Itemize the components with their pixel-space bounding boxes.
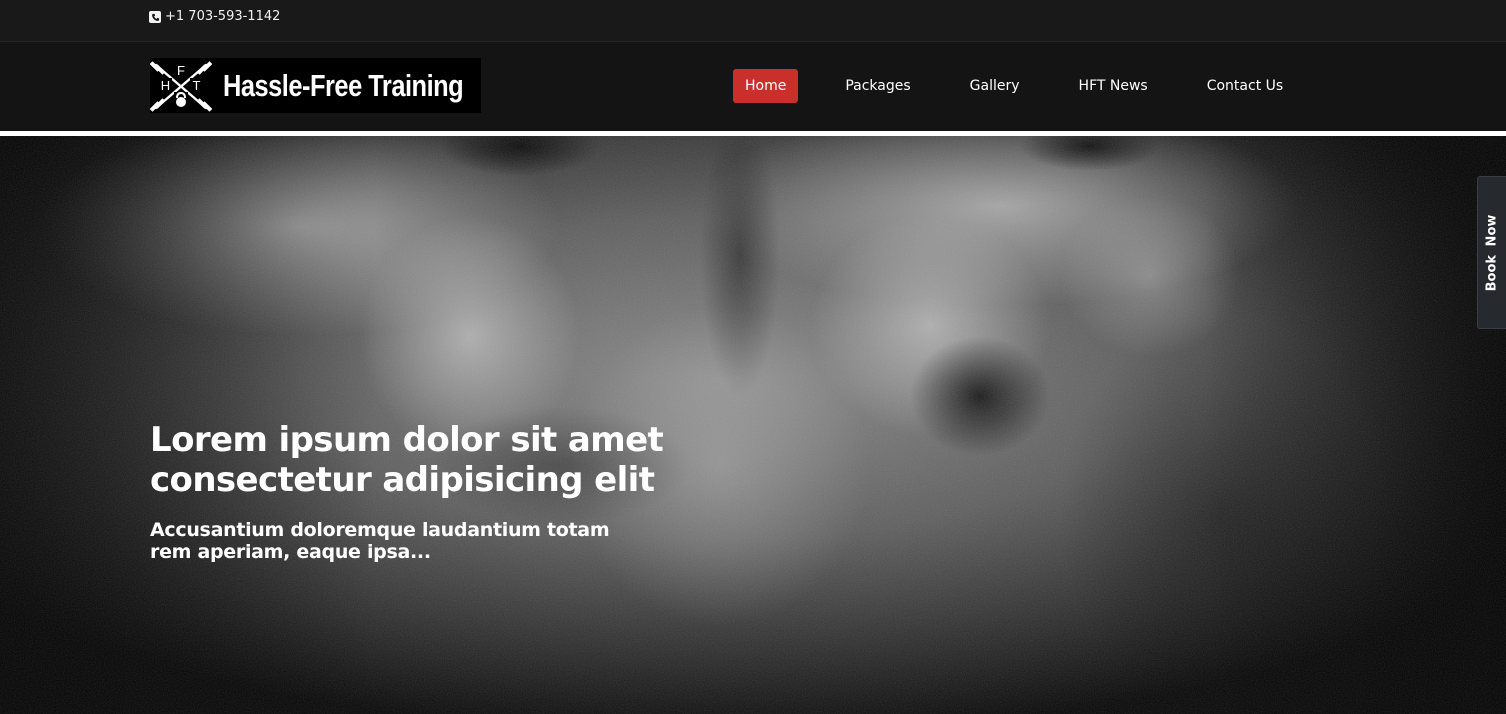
hero-subtitle: Accusantium doloremque laudantium totam … bbox=[150, 519, 610, 563]
nav-home[interactable]: Home bbox=[733, 69, 799, 103]
nav-hft-news[interactable]: HFT News bbox=[1067, 69, 1160, 103]
nav-gallery[interactable]: Gallery bbox=[958, 69, 1032, 103]
top-bar: +1 703-593-1142 bbox=[0, 0, 1506, 42]
phone-icon bbox=[149, 11, 161, 23]
logo-letter-f: F bbox=[177, 63, 185, 78]
site-header: F H T Hassle-Free Training Home Packages… bbox=[0, 42, 1506, 131]
nav-contact-us[interactable]: Contact Us bbox=[1195, 69, 1295, 103]
book-now-label: Book Now bbox=[1484, 214, 1500, 291]
logo-letter-h: H bbox=[161, 78, 170, 93]
book-now-tab[interactable]: Book Now bbox=[1477, 176, 1506, 329]
phone-number: +1 703-593-1142 bbox=[165, 9, 281, 24]
logo-letter-t: T bbox=[193, 78, 201, 93]
phone-contact[interactable]: +1 703-593-1142 bbox=[149, 9, 280, 25]
hero-title: Lorem ipsum dolor sit amet consectetur a… bbox=[150, 420, 664, 500]
hft-logo-mark: F H T bbox=[149, 58, 213, 113]
hero-slider: Lorem ipsum dolor sit amet consectetur a… bbox=[0, 136, 1506, 714]
logo-text: Hassle-Free Training bbox=[223, 67, 464, 103]
site-logo[interactable]: F H T Hassle-Free Training bbox=[149, 58, 481, 113]
nav-packages[interactable]: Packages bbox=[833, 69, 922, 103]
main-nav: Home Packages Gallery HFT News Contact U… bbox=[733, 69, 1295, 103]
